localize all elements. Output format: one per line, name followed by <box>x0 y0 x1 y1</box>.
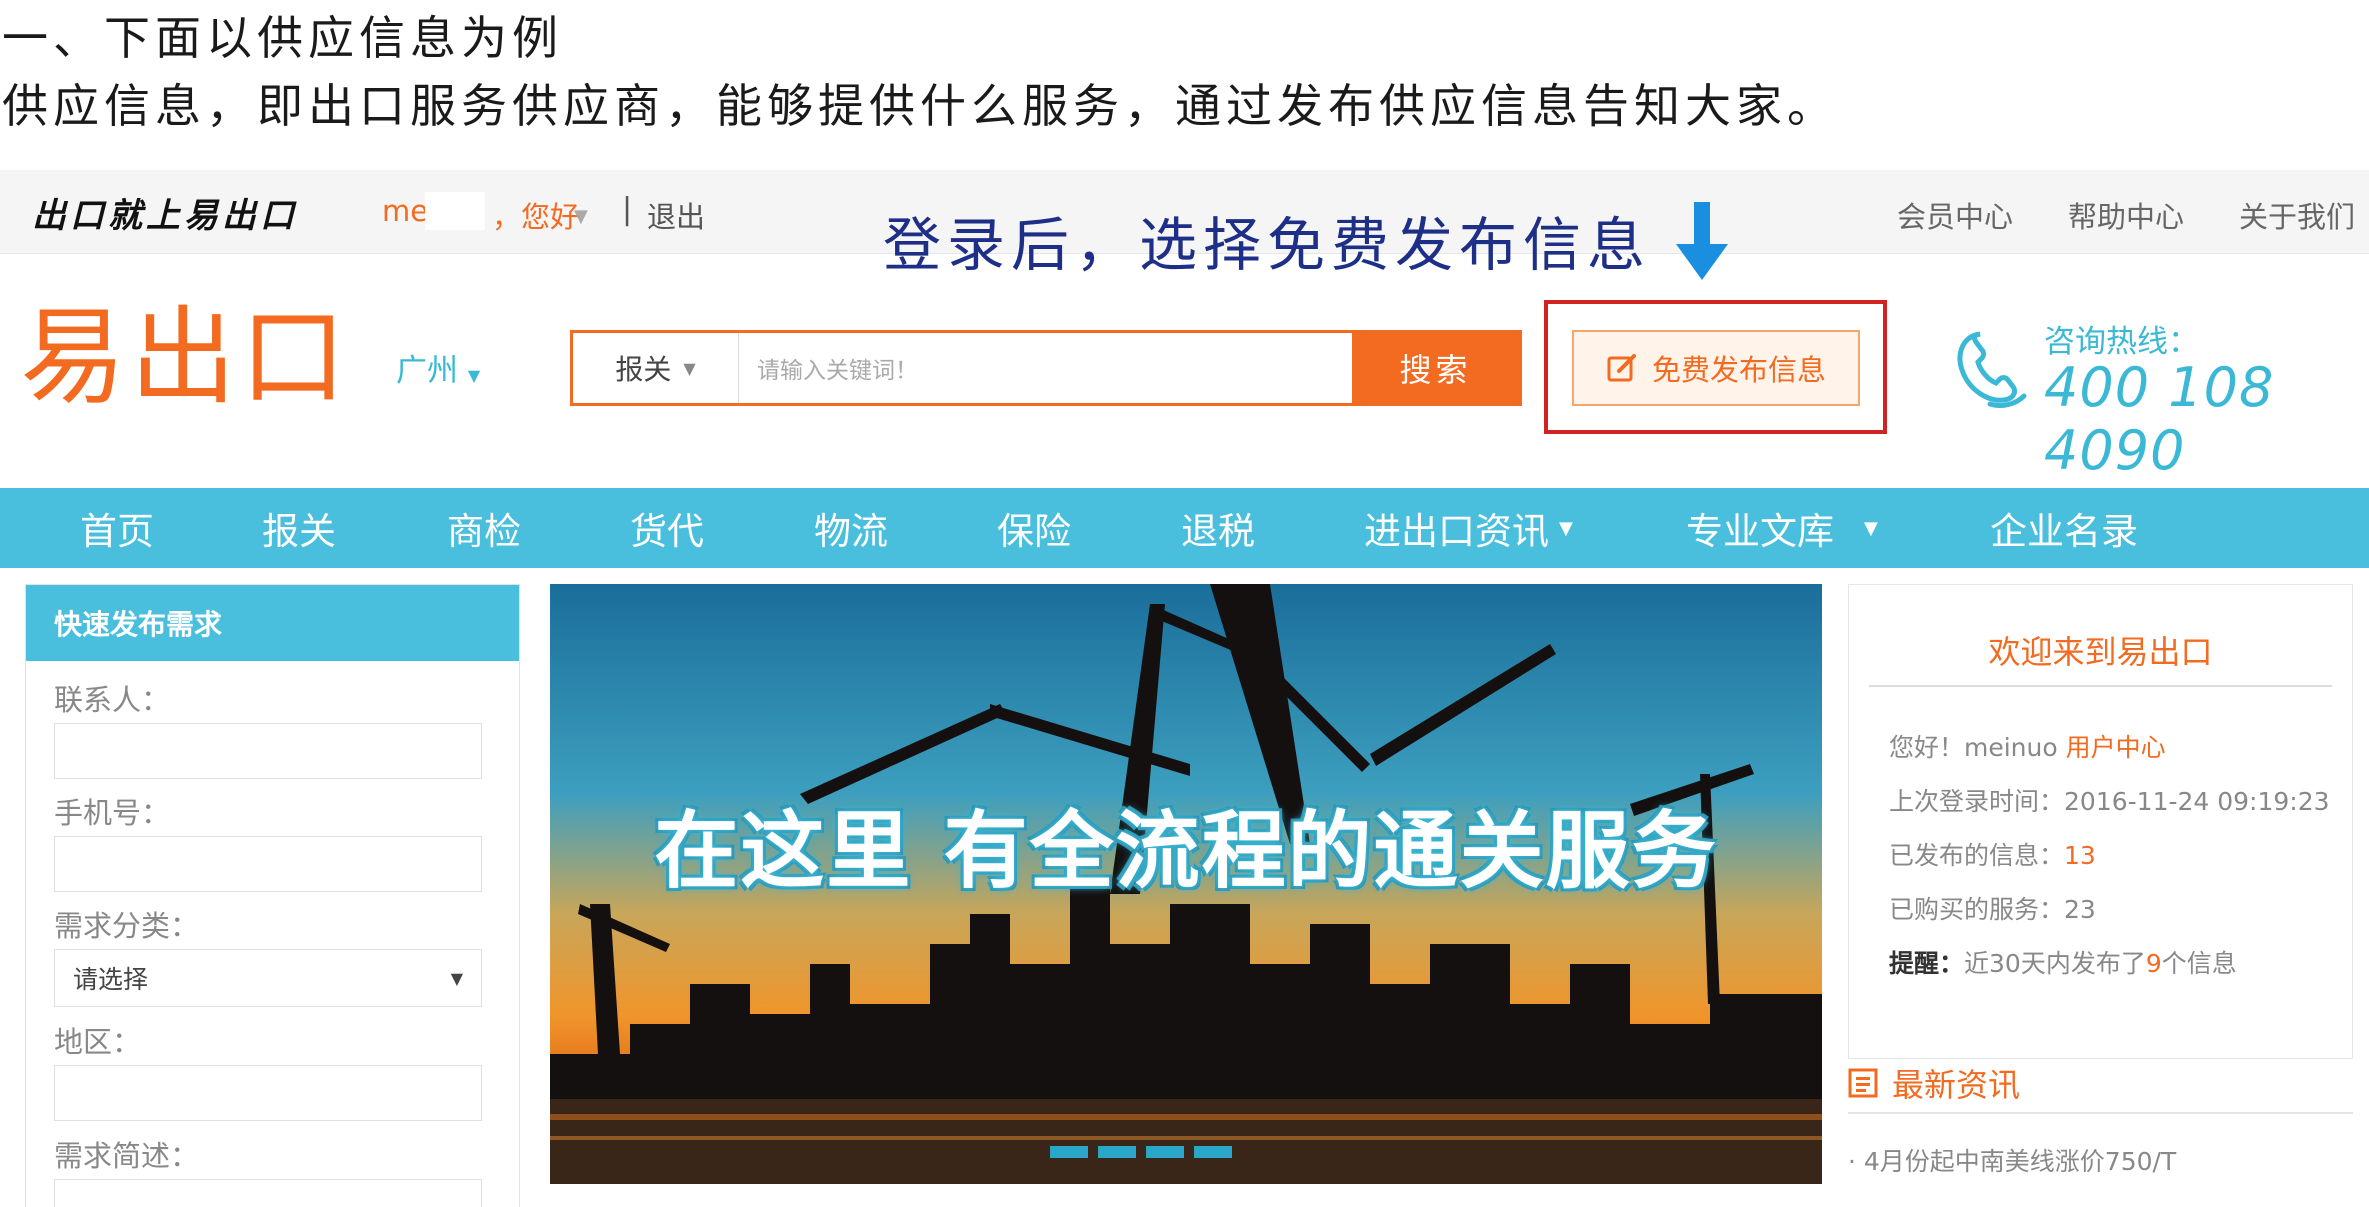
nav-label: 进出口资讯 <box>1364 510 1549 553</box>
welcome-panel: 欢迎来到易出口 您好！meinuo 用户中心 上次登录时间：2016-11-24… <box>1848 584 2353 1059</box>
search-category-label: 报关 <box>615 353 672 386</box>
separator: | <box>622 192 633 227</box>
category-select[interactable]: 请选择 ▼ <box>54 949 482 1007</box>
nav-item-logistics[interactable]: 物流 <box>814 488 888 568</box>
description-field[interactable] <box>54 1179 482 1207</box>
greeting-text: 您好！meinuo <box>1889 733 2066 762</box>
chevron-down-icon: ▼ <box>450 968 463 988</box>
chevron-down-icon: ▼ <box>467 366 481 385</box>
down-arrow-icon <box>1676 202 1728 280</box>
published-count[interactable]: 13 <box>2064 841 2096 870</box>
published-label: 已发布的信息： <box>1889 841 2065 870</box>
about-us-link[interactable]: 关于我们 <box>2239 194 2355 236</box>
phone-field[interactable] <box>54 836 482 892</box>
nav-item-insurance[interactable]: 保险 <box>997 488 1071 568</box>
slogan: 出口就上易出口 <box>32 196 298 236</box>
website-screenshot: 出口就上易出口 me ，您好 ▼ | 退出 会员中心 帮助中心 关于我们 登录后… <box>0 170 2369 1207</box>
nav-item-library[interactable]: 专业文库 ▼ <box>1686 488 1878 568</box>
search-input[interactable]: 请输入关键词！ <box>757 333 918 403</box>
member-center-link[interactable]: 会员中心 <box>1897 194 2013 236</box>
carousel-dot[interactable] <box>1050 1146 1088 1158</box>
carousel-dot[interactable] <box>1194 1146 1232 1158</box>
free-publish-label: 免费发布信息 <box>1651 353 1826 387</box>
carousel-indicators <box>1050 1146 1232 1158</box>
user-name[interactable]: me <box>382 194 428 228</box>
published-row: 已发布的信息：13 <box>1889 836 2096 872</box>
user-center-link[interactable]: 用户中心 <box>2066 733 2166 762</box>
chevron-down-icon[interactable]: ▼ <box>574 206 588 227</box>
purchased-count: 23 <box>2064 895 2096 924</box>
nav-item-customs[interactable]: 报关 <box>262 488 336 568</box>
region-field[interactable] <box>54 1065 482 1121</box>
search-category-select[interactable]: 报关 ▼ <box>573 333 739 403</box>
news-icon <box>1848 1068 1878 1098</box>
phone-label: 手机号： <box>54 796 171 830</box>
city-selector[interactable]: 广州 ▼ <box>396 345 480 390</box>
purchased-label: 已购买的服务： <box>1889 895 2065 924</box>
category-label: 需求分类： <box>54 909 200 943</box>
news-item[interactable]: · 4月份起中南美线涨价750/T <box>1848 1142 2176 1178</box>
chevron-down-icon: ▼ <box>683 358 696 378</box>
purchased-row[interactable]: 已购买的服务：23 <box>1889 890 2096 926</box>
nav-item-directory[interactable]: 企业名录 <box>1990 488 2138 568</box>
search-button[interactable]: 搜索 <box>1352 333 1519 403</box>
nav-item-inspection[interactable]: 商检 <box>447 488 521 568</box>
reminder-row: 提醒：近30天内发布了9个信息 <box>1889 944 2237 980</box>
city-label: 广州 <box>396 353 458 389</box>
chevron-down-icon: ▼ <box>1559 517 1573 539</box>
chevron-down-icon: ▼ <box>1864 517 1878 539</box>
category-value: 请选择 <box>73 965 149 994</box>
doc-heading: 一、下面以供应信息为例 <box>2 11 563 65</box>
phone-icon <box>1957 331 2027 409</box>
doc-paragraph: 供应信息，即出口服务供应商，能够提供什么服务，通过发布供应信息告知大家。 <box>2 79 1838 133</box>
contact-label: 联系人： <box>54 683 171 717</box>
hotline-number: 400 108 4090 <box>2044 356 2275 482</box>
contact-field[interactable] <box>54 723 482 779</box>
nav-item-trade-news[interactable]: 进出口资讯 ▼ <box>1364 488 1573 568</box>
user-greeting[interactable]: ，您好 <box>492 194 579 236</box>
banner-slogan: 在这里 有全流程的通关服务 <box>654 802 1718 900</box>
nav-label: 专业文库 <box>1686 510 1834 553</box>
top-links: 会员中心 帮助中心 关于我们 <box>1897 194 2355 236</box>
search-box: 报关 ▼ 请输入关键词！ 搜索 <box>570 330 1522 406</box>
last-login-row: 上次登录时间：2016-11-24 09:19:23 <box>1889 782 2330 818</box>
quick-post-title: 快速发布需求 <box>26 585 519 661</box>
reminder-label: 提醒： <box>1889 949 1965 978</box>
divider <box>1869 685 2332 687</box>
site-logo[interactable]: 易出口 <box>20 305 350 411</box>
carousel-dot[interactable] <box>1146 1146 1184 1158</box>
news-title: 最新资讯 <box>1892 1066 2021 1104</box>
welcome-title: 欢迎来到易出口 <box>1988 633 2213 671</box>
last-login-label: 上次登录时间： <box>1889 787 2065 816</box>
main-nav: 首页 报关 商检 货代 物流 保险 退税 进出口资讯 ▼ 专业文库 ▼ 企业名录 <box>0 488 2369 568</box>
divider <box>1848 1112 2353 1114</box>
free-publish-button[interactable]: 免费发布信息 <box>1572 330 1860 406</box>
annotation-text: 登录后，选择免费发布信息 <box>883 211 1652 279</box>
hotline-label: 咨询热线： <box>2044 324 2199 360</box>
help-center-link[interactable]: 帮助中心 <box>2068 194 2184 236</box>
reminder-count: 9 <box>2145 949 2162 978</box>
quick-post-panel: 快速发布需求 联系人： 手机号： 需求分类： 请选择 ▼ 地区： 需求简述： <box>25 584 520 1207</box>
last-login-value: 2016-11-24 09:19:23 <box>2064 787 2330 816</box>
region-label: 地区： <box>54 1025 142 1059</box>
nav-item-tax-refund[interactable]: 退税 <box>1181 488 1255 568</box>
hero-banner[interactable]: 在这里 有全流程的通关服务 <box>550 584 1822 1184</box>
description-label: 需求简述： <box>54 1139 200 1173</box>
reminder-prefix: 近30天内发布了 <box>1964 949 2146 978</box>
reminder-suffix: 个信息 <box>2161 949 2237 978</box>
edit-icon <box>1607 354 1636 382</box>
nav-item-home[interactable]: 首页 <box>80 488 154 568</box>
logout-link[interactable]: 退出 <box>647 194 705 236</box>
carousel-dot[interactable] <box>1098 1146 1136 1158</box>
user-name-mask <box>425 192 485 230</box>
welcome-greeting-row: 您好！meinuo 用户中心 <box>1889 728 2166 764</box>
news-header: 最新资讯 <box>1848 1060 2020 1106</box>
nav-item-forwarding[interactable]: 货代 <box>630 488 704 568</box>
